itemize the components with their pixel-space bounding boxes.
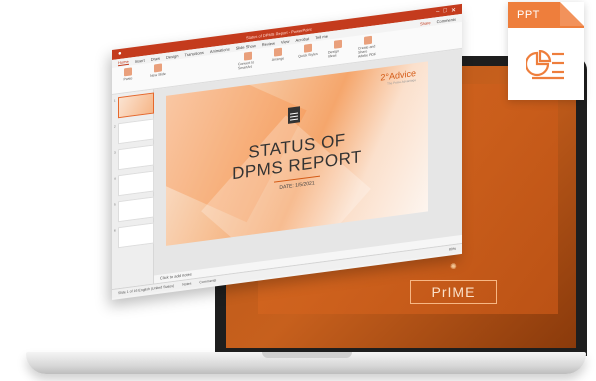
badge-band [508, 26, 584, 28]
slide-logo: 2°Advice The Prime Advantage [380, 68, 416, 87]
tab-draw[interactable]: Draw [151, 55, 160, 61]
paste-label: Paste [123, 76, 133, 82]
new-slide-button[interactable]: New Slide [148, 63, 168, 88]
new-slide-icon [154, 63, 162, 73]
arrange-label: Arrange [271, 56, 285, 62]
slide-thumbnail[interactable]: 5 [114, 196, 154, 223]
slide-thumbnail[interactable]: 1 [114, 92, 154, 119]
notes-toggle[interactable]: Notes [182, 282, 191, 287]
create-pdf-label: Create and Share Adobe PDF [358, 44, 377, 59]
comments-toggle[interactable]: Comments [199, 278, 216, 284]
slide-thumbnails: 1 2 3 4 5 6 [112, 89, 154, 289]
close-icon[interactable]: ✕ [451, 6, 456, 14]
current-slide[interactable]: 2°Advice The Prime Advantage STATUS OF DPM… [166, 61, 428, 246]
zoom-level[interactable]: 80% [449, 247, 456, 252]
smartart-icon [244, 51, 252, 61]
ppt-file-badge: PPT [508, 2, 584, 100]
slide-thumbnail[interactable]: 3 [114, 144, 154, 171]
ppt-label: PPT [517, 9, 540, 21]
thumbnail-number: 1 [114, 98, 116, 103]
laptop-screen-text: PrIME [410, 280, 497, 304]
quick-styles-button[interactable]: Quick Styles [298, 43, 318, 68]
page-fold [560, 2, 584, 26]
minimize-icon[interactable]: – [436, 9, 439, 15]
paste-button[interactable]: Paste [118, 67, 138, 92]
laptop-notch [262, 352, 352, 358]
tab-view[interactable]: View [281, 38, 290, 44]
paste-icon [124, 67, 132, 77]
thumbnail-number: 6 [114, 228, 116, 233]
arrange-button[interactable]: Arrange [268, 47, 288, 72]
design-ideas-button[interactable]: Design Ideas [328, 39, 348, 64]
maximize-icon[interactable]: □ [443, 8, 447, 14]
slide-thumbnail[interactable]: 6 [114, 222, 154, 249]
thumbnail-number: 5 [114, 202, 116, 207]
quick-styles-label: Quick Styles [298, 51, 318, 59]
arrange-icon [274, 47, 282, 57]
laptop-screen-logo: ✺ [450, 262, 457, 271]
create-pdf-button[interactable]: Create and Share Adobe PDF [358, 35, 378, 60]
stage: ✺ PrIME ● Status of DPMS Report - PowerP… [0, 0, 596, 381]
slide-canvas-area: 2°Advice The Prime Advantage STATUS OF DPM… [154, 48, 462, 284]
design-ideas-icon [334, 39, 342, 49]
share-button[interactable]: Share [420, 20, 431, 26]
autosave-icon[interactable]: ● [118, 51, 122, 57]
quick-styles-icon [304, 43, 312, 53]
new-slide-label: New Slide [150, 71, 166, 78]
design-ideas-label: Design Ideas [328, 49, 339, 59]
smartart-button[interactable]: Convert to SmartArt [238, 51, 258, 76]
pdf-icon [364, 35, 372, 45]
thumbnail-number: 3 [114, 150, 116, 155]
smartart-label: Convert to SmartArt [238, 60, 255, 71]
powerpoint-window: ● Status of DPMS Report - PowerPoint – □… [112, 3, 462, 300]
slide-thumbnail[interactable]: 2 [114, 118, 154, 145]
thumbnail-number: 4 [114, 176, 116, 181]
document-chart-icon [288, 106, 300, 124]
slide-thumbnail[interactable]: 4 [114, 170, 154, 197]
pie-chart-list-icon [526, 50, 564, 80]
tab-insert[interactable]: Insert [135, 57, 145, 63]
thumbnail-number: 2 [114, 124, 116, 129]
